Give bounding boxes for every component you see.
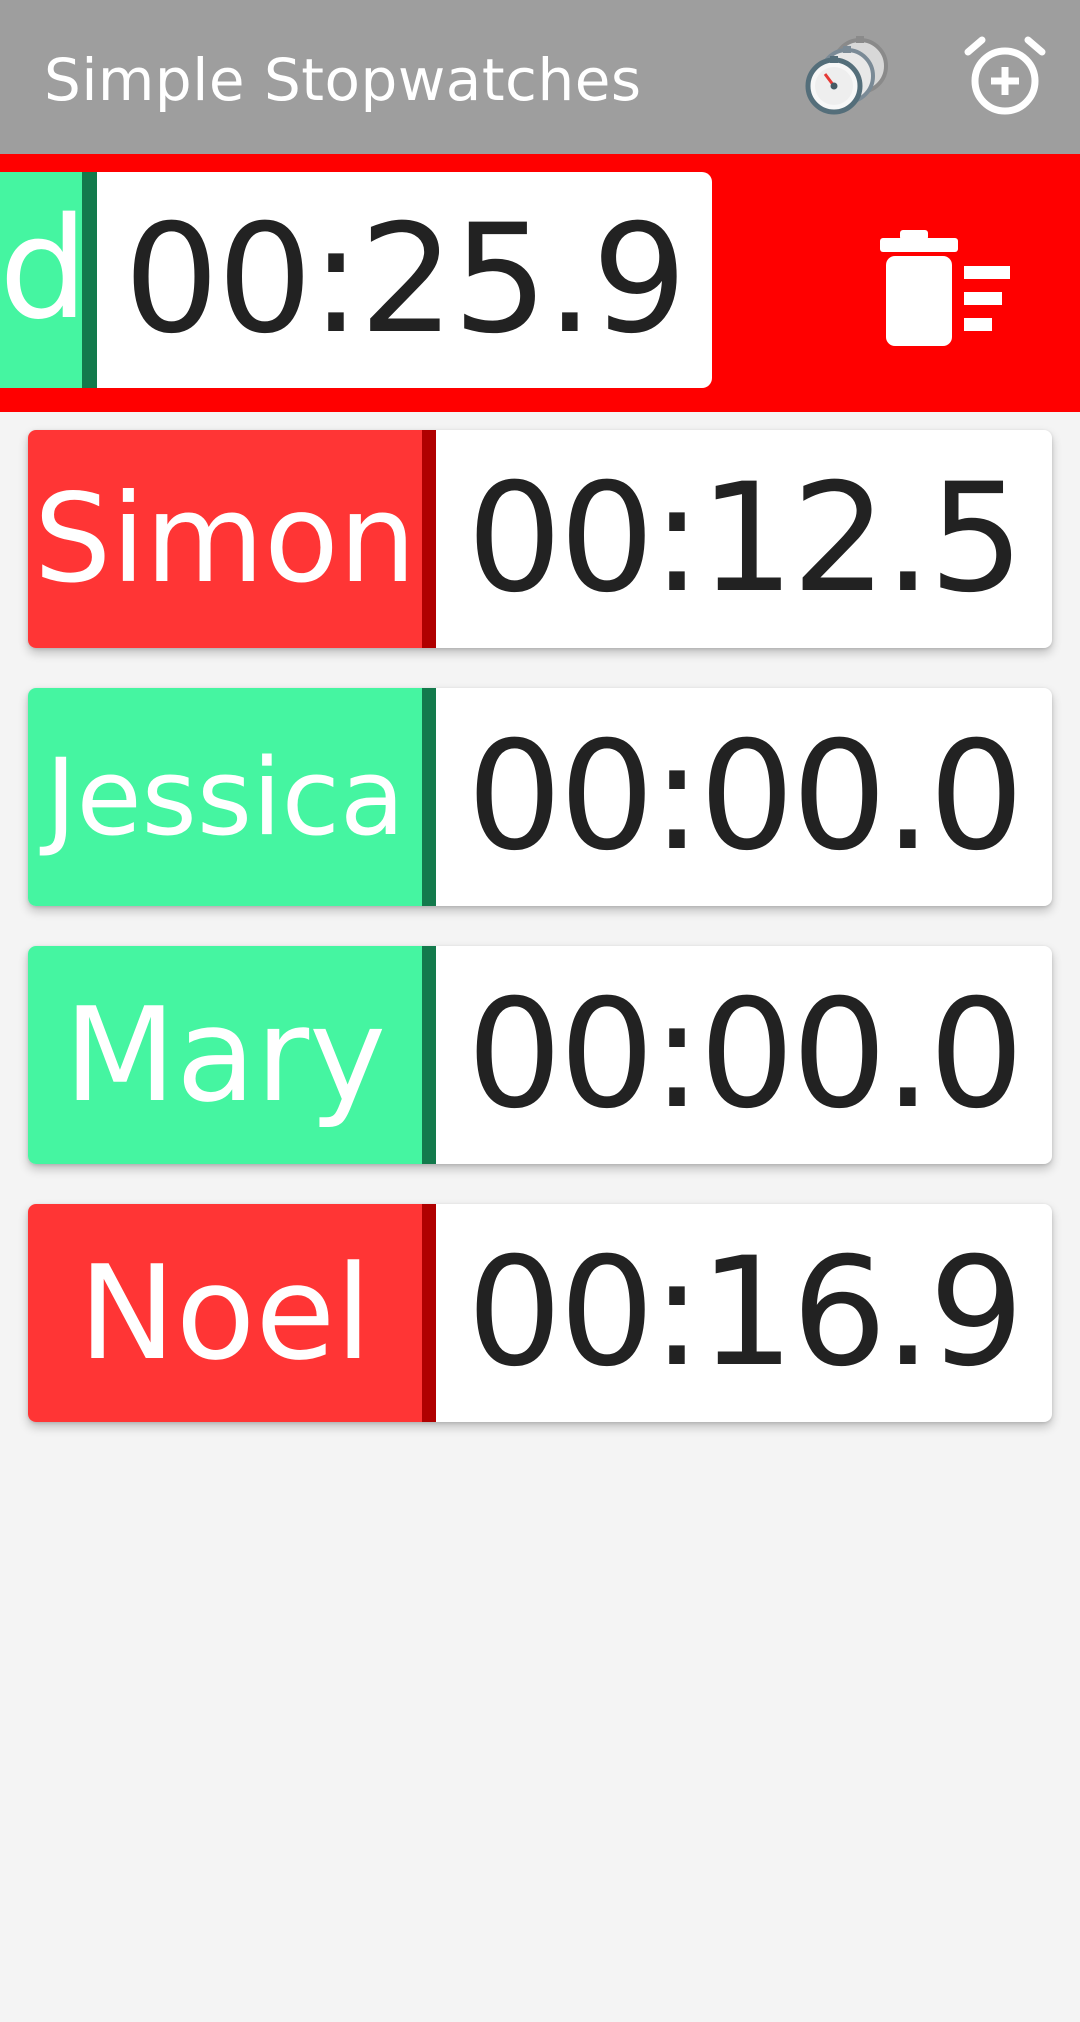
swiped-stopwatch-card[interactable]: d 00:25.9 xyxy=(0,172,712,388)
stopwatch-name[interactable]: Mary xyxy=(28,946,422,1164)
stopwatch-time[interactable]: 00:25.9 xyxy=(97,172,712,388)
stopwatch-name[interactable]: Noel xyxy=(28,1204,422,1422)
stopwatch-name[interactable]: d xyxy=(0,172,82,388)
app-title: Simple Stopwatches xyxy=(44,46,642,114)
stopwatch-time[interactable]: 00:00.0 xyxy=(436,946,1052,1164)
stacked-stopwatches-icon[interactable] xyxy=(804,30,896,122)
app-bar: Simple Stopwatches xyxy=(0,0,1080,154)
stopwatch-divider xyxy=(422,688,436,906)
stopwatch-card[interactable]: Simon 00:12.5 xyxy=(28,430,1052,648)
stopwatch-divider xyxy=(422,1204,436,1422)
stopwatch-card[interactable]: Jessica 00:00.0 xyxy=(28,688,1052,906)
stopwatch-time[interactable]: 00:16.9 xyxy=(436,1204,1052,1422)
stopwatch-divider xyxy=(82,172,97,388)
swiped-stopwatch-row[interactable]: d 00:25.9 xyxy=(0,154,1080,412)
stopwatch-name[interactable]: Jessica xyxy=(28,688,422,906)
delete-sweep-icon[interactable] xyxy=(874,226,1014,352)
stopwatch-name[interactable]: Simon xyxy=(28,430,422,648)
stopwatch-time[interactable]: 00:12.5 xyxy=(436,430,1052,648)
stopwatch-card[interactable]: Noel 00:16.9 xyxy=(28,1204,1052,1422)
stopwatch-divider xyxy=(422,430,436,648)
stopwatch-name-label: d xyxy=(0,188,82,351)
stopwatch-time[interactable]: 00:00.0 xyxy=(436,688,1052,906)
stopwatch-card[interactable]: Mary 00:00.0 xyxy=(28,946,1052,1164)
stopwatch-divider xyxy=(422,946,436,1164)
add-stopwatch-icon[interactable] xyxy=(962,34,1048,120)
